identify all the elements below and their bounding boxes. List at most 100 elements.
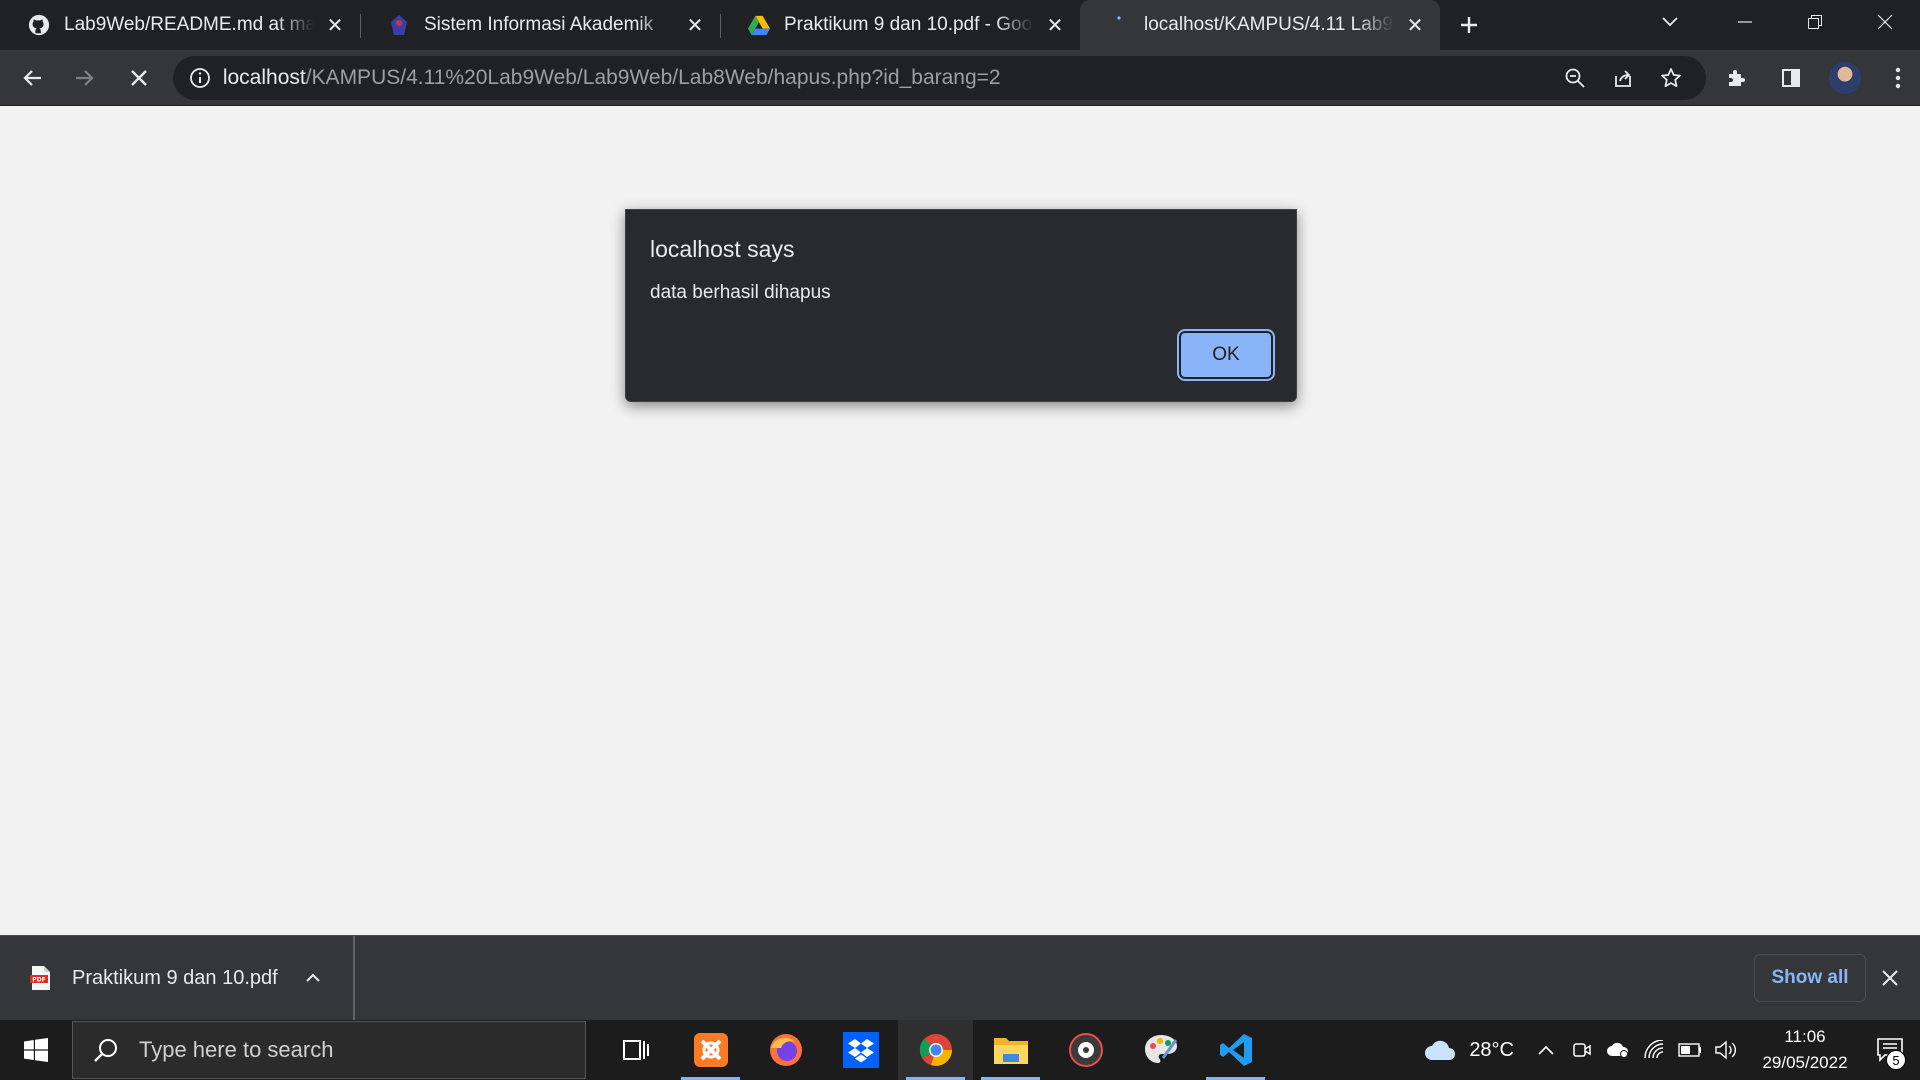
- campus-logo-icon: [388, 14, 410, 36]
- download-item[interactable]: PDF Praktikum 9 dan 10.pdf: [0, 935, 355, 1021]
- minimize-icon: [1738, 21, 1752, 23]
- close-download-bar-button[interactable]: [1870, 958, 1910, 998]
- task-view-button[interactable]: [598, 1020, 673, 1080]
- taskbar-app-firefox[interactable]: [748, 1020, 823, 1080]
- info-icon[interactable]: [187, 65, 213, 91]
- clock-time: 11:06: [1784, 1027, 1826, 1046]
- url-host: localhost: [222, 65, 306, 89]
- extensions-button[interactable]: [1716, 56, 1760, 100]
- tab-title: localhost/KAMPUS/4.11 Lab9Web: [1144, 14, 1394, 35]
- taskbar-app-media-player[interactable]: [1048, 1020, 1123, 1080]
- close-icon: [1882, 970, 1898, 986]
- side-panel-button[interactable]: [1769, 56, 1813, 100]
- taskbar-app-chrome[interactable]: [898, 1020, 973, 1080]
- clock[interactable]: 11:06 29/05/2022: [1750, 1024, 1860, 1076]
- tab-search-button[interactable]: [1640, 0, 1700, 44]
- url-text[interactable]: localhost/KAMPUS/4.11%20Lab9Web/Lab9Web/…: [223, 66, 1554, 90]
- minimize-button[interactable]: [1710, 0, 1780, 44]
- restore-button[interactable]: [1780, 0, 1850, 44]
- svg-text:PDF: PDF: [32, 977, 45, 984]
- restore-icon: [1808, 15, 1822, 29]
- chevron-down-icon: [1662, 17, 1678, 27]
- github-icon: [28, 14, 50, 36]
- url-path: /KAMPUS/4.11%20Lab9Web/Lab9Web/Lab8Web/h…: [305, 65, 1001, 89]
- taskbar-app-xampp[interactable]: [673, 1020, 748, 1080]
- media-player-icon: [1068, 1033, 1103, 1067]
- weather-temperature: 28°C: [1469, 1038, 1514, 1061]
- cloud-icon: [1425, 1040, 1456, 1060]
- new-tab-button[interactable]: [1444, 0, 1494, 50]
- onedrive-icon[interactable]: [1600, 1020, 1636, 1080]
- google-drive-icon: [748, 14, 770, 36]
- back-button[interactable]: [10, 56, 54, 100]
- search-icon: [91, 1035, 121, 1065]
- close-tab-icon[interactable]: ✕: [684, 14, 706, 37]
- window-controls: [1710, 0, 1920, 44]
- show-hidden-icons-button[interactable]: [1528, 1020, 1564, 1080]
- kebab-menu-icon: [1895, 67, 1901, 88]
- side-panel-icon: [1781, 68, 1800, 87]
- zoom-icon[interactable]: [1554, 57, 1596, 99]
- download-filename: Praktikum 9 dan 10.pdf: [72, 966, 278, 989]
- share-icon[interactable]: [1602, 57, 1644, 99]
- tab-localhost-active[interactable]: localhost/KAMPUS/4.11 Lab9Web ✕: [1080, 0, 1440, 50]
- taskbar-app-paint[interactable]: [1123, 1020, 1198, 1080]
- firefox-icon: [769, 1034, 802, 1066]
- arrow-left-icon: [23, 69, 41, 86]
- chrome-icon: [919, 1034, 952, 1066]
- tab-title: Lab9Web/README.md at main · /: [64, 14, 314, 35]
- tab-title: Praktikum 9 dan 10.pdf - Google: [784, 14, 1034, 35]
- close-window-button[interactable]: [1850, 0, 1920, 44]
- taskbar-app-dropbox[interactable]: [823, 1020, 898, 1080]
- ok-button[interactable]: OK: [1177, 329, 1275, 381]
- close-icon: [131, 69, 147, 86]
- windows-logo-icon: [24, 1038, 48, 1062]
- taskbar-app-file-explorer[interactable]: [973, 1020, 1048, 1080]
- wifi-icon[interactable]: [1636, 1020, 1672, 1080]
- close-tab-icon[interactable]: ✕: [324, 14, 346, 37]
- taskbar-apps: [598, 1020, 1273, 1080]
- pdf-file-icon: PDF: [30, 966, 50, 990]
- windows-taskbar: Type here to search 28°C 11:06 29/05/202…: [0, 1020, 1920, 1080]
- avatar: [1828, 61, 1861, 94]
- tab-sistem-informasi[interactable]: Sistem Informasi Akademik ✕: [360, 0, 720, 50]
- browser-toolbar: localhost/KAMPUS/4.11%20Lab9Web/Lab9Web/…: [0, 50, 1920, 106]
- volume-icon[interactable]: [1708, 1020, 1744, 1080]
- folder-icon: [993, 1038, 1028, 1064]
- dialog-message: data berhasil dihapus: [650, 282, 831, 303]
- tab-google-drive[interactable]: Praktikum 9 dan 10.pdf - Google ✕: [720, 0, 1080, 50]
- chevron-up-icon: [1538, 1045, 1554, 1055]
- page-content: localhost says data berhasil dihapus OK: [0, 107, 1920, 935]
- profile-button[interactable]: [1823, 56, 1867, 100]
- paint-palette-icon: [1144, 1035, 1177, 1063]
- loading-icon: [1108, 14, 1130, 36]
- vscode-icon: [1219, 1034, 1252, 1066]
- show-all-downloads-button[interactable]: Show all: [1754, 954, 1866, 1002]
- tab-github[interactable]: Lab9Web/README.md at main · / ✕: [0, 0, 360, 50]
- chevron-up-icon[interactable]: [293, 973, 333, 983]
- meet-now-icon[interactable]: [1564, 1020, 1600, 1080]
- notification-center-button[interactable]: 5: [1860, 1020, 1920, 1080]
- close-tab-icon[interactable]: ✕: [1044, 14, 1066, 37]
- plus-icon: [1461, 17, 1477, 33]
- dropbox-icon: [842, 1032, 879, 1068]
- taskbar-app-vscode[interactable]: [1198, 1020, 1273, 1080]
- system-tray: 28°C 11:06 29/05/2022 5: [1423, 1020, 1920, 1080]
- forward-button[interactable]: [64, 56, 108, 100]
- notification-count-badge: 5: [1886, 1050, 1906, 1070]
- close-tab-icon[interactable]: ✕: [1404, 14, 1426, 37]
- search-placeholder: Type here to search: [139, 1037, 334, 1062]
- xampp-icon: [693, 1033, 728, 1067]
- tab-title: Sistem Informasi Akademik: [424, 14, 654, 35]
- taskbar-search-input[interactable]: Type here to search: [72, 1021, 586, 1079]
- address-bar[interactable]: localhost/KAMPUS/4.11%20Lab9Web/Lab9Web/…: [172, 55, 1706, 100]
- stop-loading-button[interactable]: [117, 56, 161, 100]
- menu-button[interactable]: [1876, 56, 1920, 100]
- start-button[interactable]: [0, 1020, 72, 1080]
- weather-widget[interactable]: 28°C: [1423, 1038, 1514, 1062]
- address-bar-actions: [1554, 57, 1692, 99]
- bookmark-star-icon[interactable]: [1650, 57, 1692, 99]
- alert-dialog: localhost says data berhasil dihapus OK: [625, 209, 1297, 402]
- task-view-icon: [622, 1040, 649, 1060]
- battery-icon[interactable]: [1672, 1020, 1708, 1080]
